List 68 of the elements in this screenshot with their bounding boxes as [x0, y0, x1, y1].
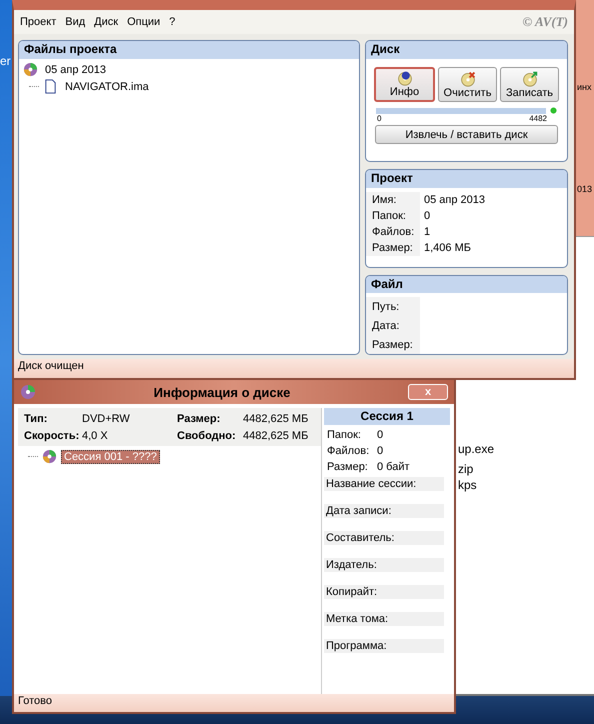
tree-item[interactable]: 05 апр 2013 — [42, 62, 110, 76]
field-label: Дата записи: — [324, 504, 444, 518]
menu-item[interactable]: Проект — [20, 16, 56, 28]
field-label: Дата: — [366, 316, 420, 335]
background-text: инх — [577, 82, 592, 92]
field-label: Копирайт: — [324, 585, 444, 599]
status-text: Готово — [18, 695, 52, 707]
menu-item[interactable]: Вид — [65, 16, 86, 28]
field-label: Папок: — [366, 208, 420, 224]
background-text: er — [0, 54, 11, 68]
field-label: Название сессии: — [324, 477, 444, 491]
field-label: Файлов: — [366, 224, 420, 240]
info-value: DVD+RW — [82, 412, 131, 424]
toolbar-button[interactable]: Очистить — [438, 67, 497, 102]
field-label: Составитель: — [324, 531, 444, 545]
status-text: Диск очищен — [18, 360, 84, 372]
info-label: Скорость: — [24, 430, 80, 442]
toolbar-button[interactable]: Записать — [500, 67, 559, 102]
field-label: Размер: — [366, 240, 420, 256]
field-label: Издатель: — [324, 558, 444, 572]
background-text: up.exe — [458, 442, 494, 456]
field-value: 0 — [423, 210, 432, 222]
background-text: kps — [458, 478, 477, 492]
info-label: Размер: — [177, 412, 222, 424]
field-label: Имя: — [366, 192, 420, 208]
file-icon — [43, 79, 58, 94]
eject-button[interactable]: Извлечь / вставить диск — [375, 125, 558, 144]
toolbar-button[interactable]: Инфо — [374, 67, 435, 102]
field-label: Путь: — [366, 297, 420, 316]
background-text: zip — [458, 462, 474, 476]
disc-icon — [460, 71, 476, 87]
field-value: 0 байт — [377, 461, 411, 473]
menu-item[interactable]: Диск — [94, 16, 118, 28]
scale-label: 4482 — [529, 114, 547, 123]
field-label: Метка тома: — [324, 612, 444, 626]
info-value: 4,0 X — [82, 430, 109, 442]
info-label: Тип: — [24, 412, 48, 424]
disc-icon — [20, 384, 36, 400]
tree-item[interactable]: NAVIGATOR.ima — [62, 80, 152, 94]
panel-title: Сессия 1 — [324, 408, 450, 425]
field-label: Файлов: — [327, 445, 370, 457]
disc-icon — [42, 449, 57, 464]
scale-label: 0 — [377, 114, 382, 123]
panel-title: Файлы проекта — [19, 41, 359, 59]
disc-icon — [23, 62, 38, 77]
panel-title: Диск — [366, 41, 567, 59]
panel-title: Проект — [366, 170, 567, 188]
menu-item[interactable]: Опции — [127, 16, 160, 28]
window-title: Информация о диске — [152, 384, 292, 400]
field-value: 05 апр 2013 — [423, 194, 486, 206]
background-text: 013 — [577, 184, 592, 194]
field-label: Размер: — [366, 335, 420, 354]
disc-icon — [522, 71, 538, 87]
field-value: 0 — [377, 445, 384, 457]
field-value: 1,406 МБ — [423, 242, 472, 254]
field-value: 1 — [423, 226, 432, 238]
panel-title: Файл — [366, 276, 567, 293]
info-label: Свободно: — [177, 430, 237, 442]
copyright-label: © AV(T) — [522, 14, 568, 30]
menu-item[interactable]: ? — [169, 16, 176, 28]
field-value: 0 — [377, 429, 384, 441]
info-value: 4482,625 МБ — [243, 430, 310, 442]
info-value: 4482,625 МБ — [243, 412, 310, 424]
field-label: Программа: — [324, 639, 444, 653]
disc-icon — [396, 70, 412, 86]
field-label: Папок: — [327, 429, 362, 441]
status-dot-icon — [550, 107, 557, 114]
field-label: Размер: — [327, 461, 369, 473]
